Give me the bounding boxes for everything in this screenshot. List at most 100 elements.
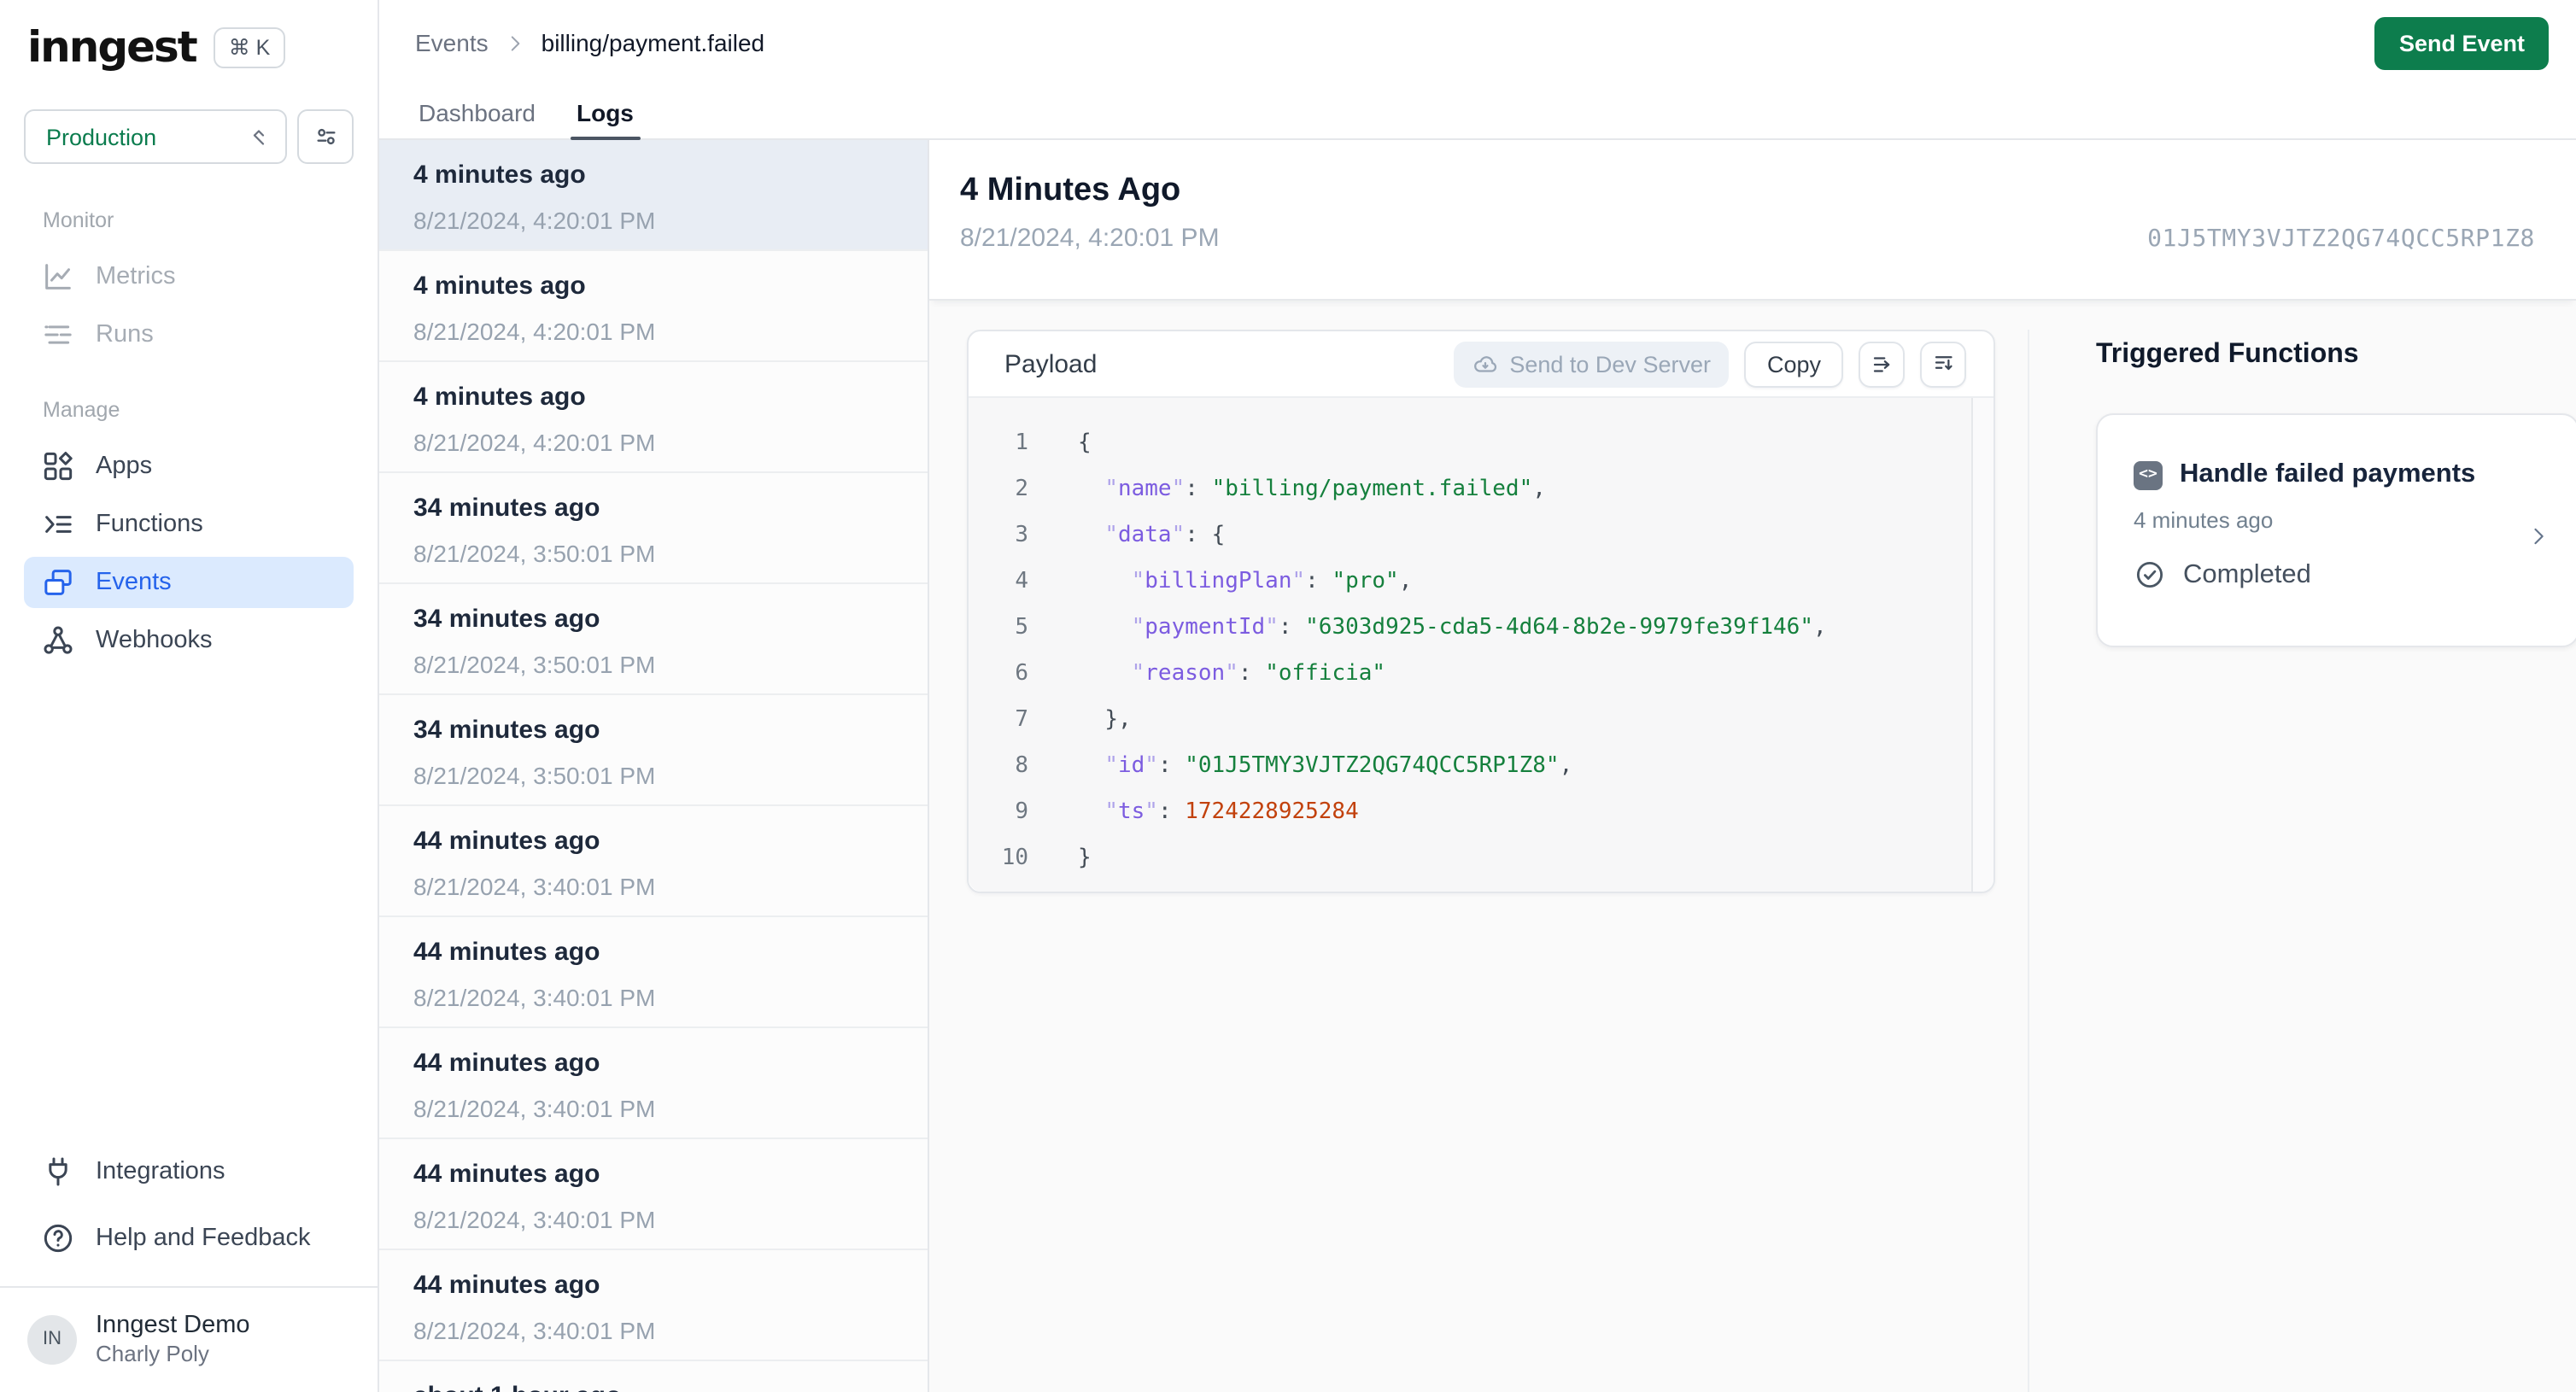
event-detail-timestamp: 8/21/2024, 4:20:01 PM: [960, 224, 1220, 253]
triggered-function-card[interactable]: <> Handle failed payments 4 minutes ago: [2096, 413, 2576, 647]
send-event-button[interactable]: Send Event: [2374, 16, 2549, 69]
code-line: 1{: [969, 420, 1993, 466]
code-line: 9 "ts": 1724228925284: [969, 789, 1993, 835]
sidebar-item-label: Functions: [96, 511, 203, 538]
event-list-item-title: 4 minutes ago: [413, 272, 586, 301]
event-list-item-timestamp: 8/21/2024, 4:20:01 PM: [413, 318, 656, 345]
event-list-item[interactable]: 34 minutes ago 8/21/2024, 3:50:01 PM: [379, 695, 928, 806]
event-list-item[interactable]: 44 minutes ago 8/21/2024, 3:40:01 PM: [379, 917, 928, 1028]
copy-button[interactable]: Copy: [1744, 341, 1843, 387]
function-code-icon: <>: [2134, 460, 2163, 489]
line-number: 9: [1015, 799, 1028, 825]
line-number: 7: [1015, 707, 1028, 733]
plug-icon: [41, 1155, 75, 1189]
tab-logs[interactable]: Logs: [569, 85, 641, 140]
user-subtitle: Charly Poly: [96, 1341, 209, 1366]
nav-section-manage: Manage Apps Functions Events Webhooks: [24, 398, 354, 666]
event-list-item-timestamp: 8/21/2024, 4:20:01 PM: [413, 429, 656, 456]
event-list-item-timestamp: 8/21/2024, 3:50:01 PM: [413, 651, 656, 678]
event-list-item[interactable]: 34 minutes ago 8/21/2024, 3:50:01 PM: [379, 473, 928, 584]
line-number: 5: [1015, 615, 1028, 640]
line-number: 3: [1015, 523, 1028, 548]
command-k-shortcut-badge[interactable]: ⌘ K: [213, 26, 286, 67]
chevron-right-icon: [504, 32, 526, 54]
user-menu[interactable]: IN Inngest Demo Charly Poly: [0, 1288, 378, 1392]
event-list-item[interactable]: 44 minutes ago 8/21/2024, 3:40:01 PM: [379, 1250, 928, 1361]
sidebar-item-label: Metrics: [96, 263, 176, 290]
line-number: 1: [1015, 430, 1028, 456]
event-detail-title: 4 Minutes Ago: [960, 173, 1181, 208]
event-detail-body: Payload Send to Dev Server Copy 1 {2 "n…: [929, 301, 2576, 1392]
sidebar-item-label: Integrations: [96, 1158, 225, 1185]
sidebar-item-metrics[interactable]: Metrics: [24, 251, 354, 302]
apps-icon: [41, 449, 75, 483]
event-list-item-timestamp: 8/21/2024, 3:40:01 PM: [413, 873, 656, 900]
triggered-functions-panel: Triggered Functions <> Handle failed pay…: [2096, 330, 2576, 647]
environment-settings-button[interactable]: [297, 109, 354, 164]
event-list-item[interactable]: 4 minutes ago 8/21/2024, 4:20:01 PM: [379, 140, 928, 251]
wrap-text-icon: [1871, 351, 1896, 377]
code-scrollbar[interactable]: [1971, 398, 1993, 892]
events-icon: [41, 565, 75, 599]
code-line: 10}: [969, 835, 1993, 881]
sidebar-item-apps[interactable]: Apps: [24, 441, 354, 492]
sidebar-item-integrations[interactable]: Integrations: [24, 1146, 354, 1197]
line-number: 2: [1015, 477, 1028, 502]
event-list-item[interactable]: 44 minutes ago 8/21/2024, 3:40:01 PM: [379, 806, 928, 917]
sidebar-item-label: Webhooks: [96, 627, 213, 654]
event-list-item-timestamp: 8/21/2024, 3:50:01 PM: [413, 762, 656, 789]
line-number: 6: [1015, 661, 1028, 687]
sidebar-item-label: Help and Feedback: [96, 1225, 311, 1252]
topbar: Events billing/payment.failed Send Event: [379, 0, 2576, 85]
sidebar-item-functions[interactable]: Functions: [24, 499, 354, 550]
event-list-item-title: 4 minutes ago: [413, 161, 586, 190]
event-list-item-title: 44 minutes ago: [413, 1160, 600, 1189]
sidebar-item-events[interactable]: Events: [24, 557, 354, 608]
user-name: Inngest Demo: [96, 1312, 250, 1339]
sliders-icon: [312, 123, 339, 150]
sidebar-item-webhooks[interactable]: Webhooks: [24, 615, 354, 666]
function-name: Handle failed payments: [2180, 459, 2476, 488]
event-list-item[interactable]: 4 minutes ago 8/21/2024, 4:20:01 PM: [379, 251, 928, 362]
inngest-logo: inngest: [27, 22, 198, 72]
code-line: 5 "paymentId": "6303d925-cda5-4d64-8b2e-…: [969, 605, 1993, 651]
breadcrumb-current-event-name: billing/payment.failed: [541, 29, 765, 56]
expand-lines-button[interactable]: [1920, 341, 1966, 387]
app-window: inngest ⌘ K Production Monitor Metrics Ru…: [0, 0, 2576, 1392]
event-list-item-title: 44 minutes ago: [413, 827, 600, 856]
event-occurrence-list: 4 minutes ago 8/21/2024, 4:20:01 PM 4 minu…: [379, 140, 929, 1392]
pane-divider: [2028, 330, 2029, 1392]
nav-section-label-manage: Manage: [43, 398, 120, 422]
word-wrap-button[interactable]: [1859, 341, 1905, 387]
event-list-item[interactable]: about 1 hour ago: [379, 1361, 928, 1392]
payload-card: Payload Send to Dev Server Copy 1 {2 "n…: [967, 330, 1995, 893]
line-number: 8: [1015, 753, 1028, 779]
event-list-item-title: 44 minutes ago: [413, 1271, 600, 1300]
payload-code-editor[interactable]: 1{2 "name": "billing/payment.failed", 3 "…: [969, 396, 1993, 892]
runs-icon: [41, 318, 75, 352]
event-list-item-title: about 1 hour ago: [413, 1380, 893, 1392]
breadcrumb-events-link[interactable]: Events: [415, 29, 489, 56]
code-line: 7 },: [969, 697, 1993, 743]
tab-dashboard[interactable]: Dashboard: [415, 85, 539, 138]
sidebar-item-help-and-feedback[interactable]: Help and Feedback: [24, 1213, 354, 1264]
main-area: Events billing/payment.failed Send Event…: [379, 0, 2576, 1392]
tabs: Dashboard Logs: [379, 85, 2576, 140]
send-to-dev-server-button[interactable]: Send to Dev Server: [1453, 341, 1730, 387]
event-list-item-title: 4 minutes ago: [413, 383, 586, 412]
environment-select[interactable]: Production: [24, 109, 287, 164]
event-list-item[interactable]: 44 minutes ago 8/21/2024, 3:40:01 PM: [379, 1139, 928, 1250]
sidebar: inngest ⌘ K Production Monitor Metrics Ru…: [0, 0, 379, 1392]
event-list-item[interactable]: 34 minutes ago 8/21/2024, 3:50:01 PM: [379, 584, 928, 695]
event-list-item-timestamp: 8/21/2024, 3:40:01 PM: [413, 1206, 656, 1233]
event-list-item-title: 44 minutes ago: [413, 1049, 600, 1078]
event-list-item[interactable]: 4 minutes ago 8/21/2024, 4:20:01 PM: [379, 362, 928, 473]
functions-icon: [41, 507, 75, 541]
code-line: 8 "id": "01J5TMY3VJTZ2QG74QCC5RP1Z8",: [969, 743, 1993, 789]
chart-line-icon: [41, 260, 75, 294]
event-list-item[interactable]: 44 minutes ago 8/21/2024, 3:40:01 PM: [379, 1028, 928, 1139]
nav-section-monitor: Monitor Metrics Runs: [24, 208, 354, 360]
sidebar-item-runs[interactable]: Runs: [24, 309, 354, 360]
content: 4 minutes ago 8/21/2024, 4:20:01 PM 4 minu…: [379, 140, 2576, 1392]
payload-card-header: Payload Send to Dev Server Copy: [969, 331, 1993, 396]
